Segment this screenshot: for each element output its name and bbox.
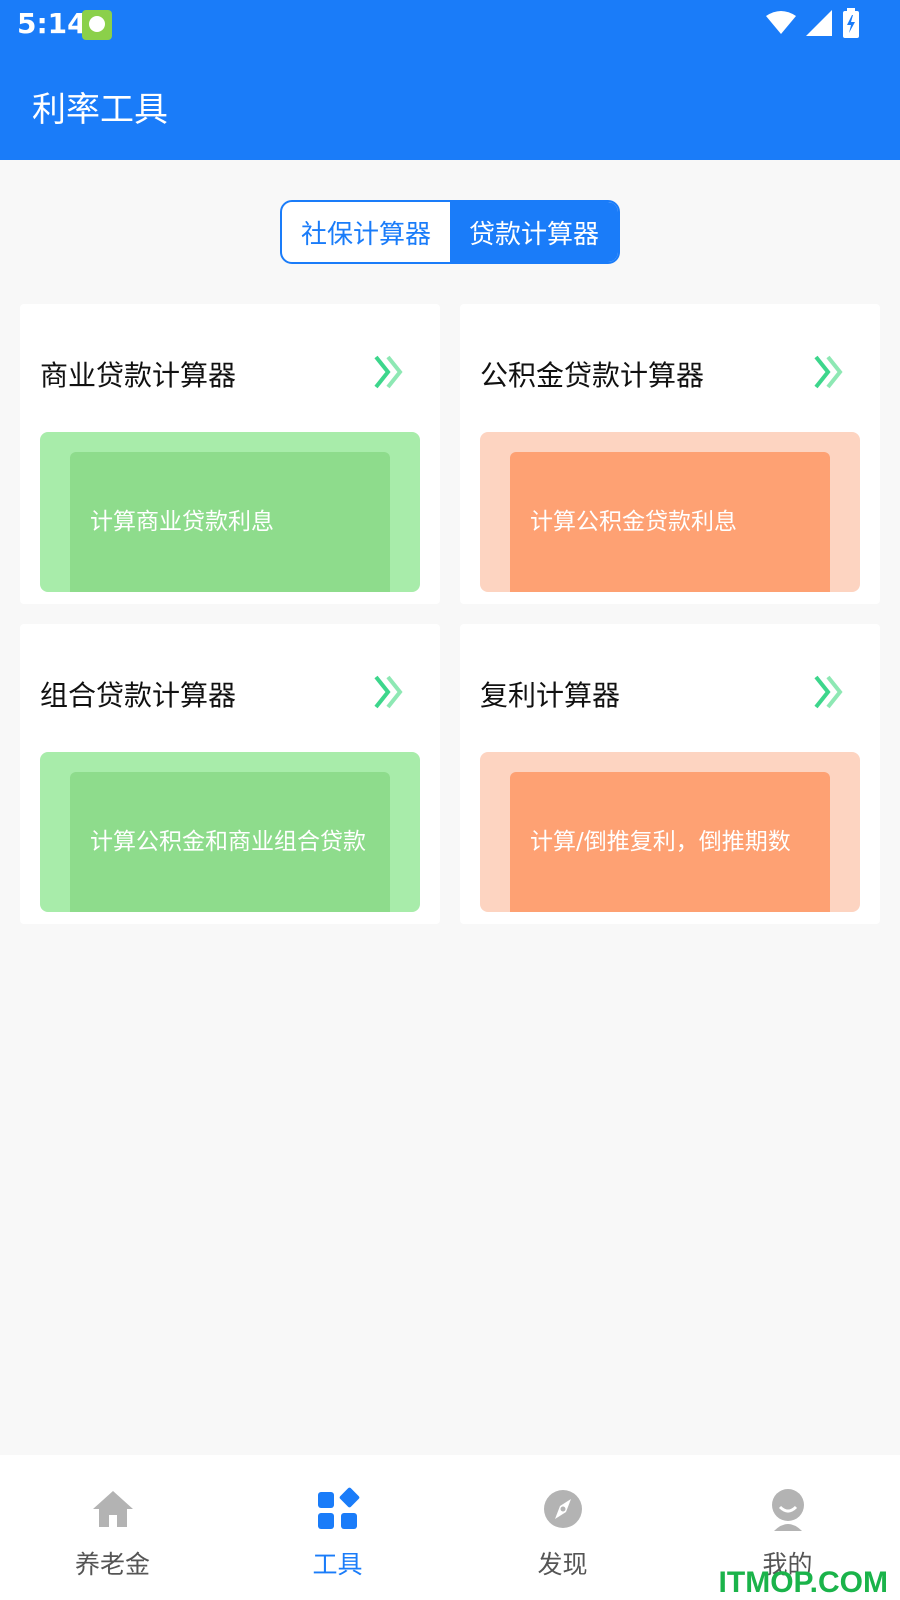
card-title: 公积金贷款计算器 xyxy=(480,359,705,392)
card-body-inner: 计算公积金贷款利息 xyxy=(510,452,830,592)
card-title: 组合贷款计算器 xyxy=(40,679,237,712)
watermark: ITMOP.COM xyxy=(718,1566,888,1599)
double-chevron-right-icon xyxy=(814,675,843,709)
card-combination-loan[interactable]: 组合贷款计算器 计算公积金和商业组合贷款 xyxy=(20,624,440,924)
tab-loan-calculator[interactable]: 贷款计算器 xyxy=(450,202,618,262)
double-chevron-right-icon xyxy=(374,355,403,389)
signal-icon xyxy=(806,10,832,36)
tools-icon xyxy=(317,1487,359,1529)
tab-pension[interactable]: 养老金 xyxy=(0,1455,225,1600)
profile-icon xyxy=(771,1489,804,1531)
card-description: 计算/倒推复利，倒推期数 xyxy=(530,829,791,855)
card-description: 计算公积金和商业组合贷款 xyxy=(90,829,366,855)
card-body: 计算公积金贷款利息 xyxy=(480,432,860,592)
double-chevron-right-icon xyxy=(814,355,843,389)
notification-app-icon xyxy=(82,10,112,40)
calculator-type-switch: 社保计算器 贷款计算器 xyxy=(280,200,620,264)
card-provident-fund-loan[interactable]: 公积金贷款计算器 计算公积金贷款利息 xyxy=(460,304,880,604)
card-body: 计算商业贷款利息 xyxy=(40,432,420,592)
tab-label: 发现 xyxy=(537,1550,588,1579)
battery-icon xyxy=(843,8,859,38)
card-body-inner: 计算商业贷款利息 xyxy=(70,452,390,592)
home-icon xyxy=(92,1491,133,1527)
compass-icon xyxy=(543,1490,582,1528)
tab-label: 养老金 xyxy=(74,1550,150,1579)
card-commercial-loan[interactable]: 商业贷款计算器 计算商业贷款利息 xyxy=(20,304,440,604)
status-bar: 5:14 xyxy=(0,0,900,50)
card-body-inner: 计算公积金和商业组合贷款 xyxy=(70,772,390,912)
tab-discover[interactable]: 发现 xyxy=(450,1455,675,1600)
tab-social-security-calculator[interactable]: 社保计算器 xyxy=(282,202,450,262)
card-description: 计算商业贷款利息 xyxy=(90,509,274,535)
tab-tools[interactable]: 工具 xyxy=(225,1455,450,1600)
double-chevron-right-icon xyxy=(374,675,403,709)
card-title: 商业贷款计算器 xyxy=(40,359,237,392)
app-header: 5:14 利率工具 xyxy=(0,0,900,160)
status-time: 5:14 xyxy=(17,7,87,40)
card-body: 计算/倒推复利，倒推期数 xyxy=(480,752,860,912)
card-body-inner: 计算/倒推复利，倒推期数 xyxy=(510,772,830,912)
tab-label: 工具 xyxy=(312,1550,363,1579)
page-title: 利率工具 xyxy=(32,90,168,130)
status-icons xyxy=(766,8,860,38)
wifi-icon xyxy=(766,11,796,34)
card-title: 复利计算器 xyxy=(480,679,621,712)
card-body: 计算公积金和商业组合贷款 xyxy=(40,752,420,912)
card-compound-interest[interactable]: 复利计算器 计算/倒推复利，倒推期数 xyxy=(460,624,880,924)
card-description: 计算公积金贷款利息 xyxy=(530,509,737,535)
